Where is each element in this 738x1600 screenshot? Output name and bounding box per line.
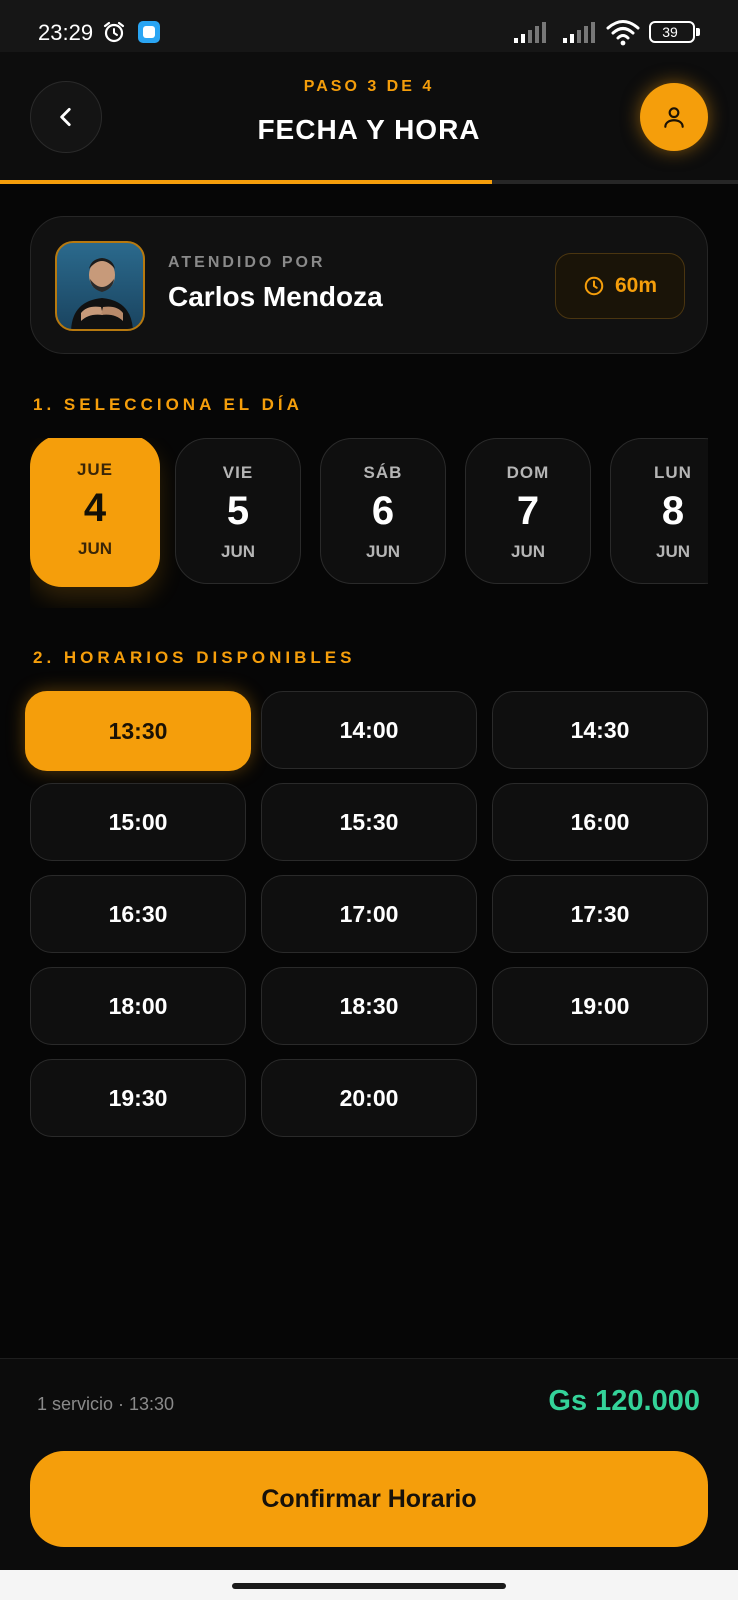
day-option[interactable]: SÁB 6 JUN [320, 438, 446, 584]
time-slot[interactable]: 17:00 [261, 875, 477, 953]
signal-icon [563, 22, 595, 43]
time-slot[interactable]: 20:00 [261, 1059, 477, 1137]
status-bar: 23:29 39 [0, 0, 738, 52]
barber-avatar [55, 241, 145, 331]
day-of-week: DOM [506, 463, 550, 482]
time-slot[interactable]: 15:00 [30, 783, 246, 861]
day-month: JUN [77, 539, 112, 558]
time-slot[interactable]: 18:00 [30, 967, 246, 1045]
confirm-button[interactable]: Confirmar Horario [30, 1451, 708, 1547]
duration-badge: 60m [555, 253, 685, 319]
time-slot[interactable]: 16:30 [30, 875, 246, 953]
time-slot[interactable]: 17:30 [492, 875, 708, 953]
time-slot[interactable]: 19:00 [492, 967, 708, 1045]
day-month: JUN [365, 542, 400, 561]
booking-footer: 1 servicio · 13:30 Gs 120.000 Confirmar … [0, 1358, 738, 1570]
time-slot[interactable]: 13:30 [25, 691, 251, 771]
time-slot[interactable]: 14:30 [492, 691, 708, 769]
day-number: 4 [83, 486, 107, 530]
profile-button[interactable] [640, 83, 708, 151]
home-gesture-handle[interactable] [232, 1583, 506, 1589]
battery-icon: 39 [649, 21, 695, 43]
time-slot[interactable]: 18:30 [261, 967, 477, 1045]
progress-bar [0, 180, 738, 184]
day-option[interactable]: DOM 7 JUN [465, 438, 591, 584]
day-month: JUN [510, 542, 545, 561]
barber-card: ATENDIDO POR Carlos Mendoza 60m [30, 216, 708, 354]
day-of-week: SÁB [363, 463, 403, 482]
status-time: 23:29 [38, 20, 94, 45]
day-of-week: LUN [654, 463, 692, 482]
progress-fill [0, 180, 493, 184]
booking-summary: 1 servicio · 13:30 [37, 1394, 175, 1414]
barber-name: Carlos Mendoza [168, 281, 383, 312]
day-selector[interactable]: JUE 4 JUN VIE 5 JUN SÁB 6 JUN DOM 7 JUN … [30, 438, 708, 608]
day-option[interactable]: VIE 5 JUN [175, 438, 301, 584]
day-section-title: 1. SELECCIONA EL DÍA [33, 395, 303, 414]
day-month: JUN [220, 542, 255, 561]
day-number: 7 [516, 489, 540, 533]
time-slot[interactable]: 15:30 [261, 783, 477, 861]
day-option[interactable]: JUE 4 JUN [30, 438, 160, 587]
day-number: 8 [661, 489, 685, 533]
system-nav-bar [0, 1570, 738, 1600]
header: PASO 3 DE 4 FECHA Y HORA [0, 52, 738, 182]
wifi-icon [606, 20, 640, 46]
alarm-icon [103, 21, 125, 43]
signal-icon [514, 22, 546, 43]
time-slot[interactable]: 19:30 [30, 1059, 246, 1137]
time-slot[interactable]: 16:00 [492, 783, 708, 861]
day-number: 5 [226, 489, 250, 533]
user-icon [664, 107, 684, 128]
app-notification-icon [138, 21, 160, 43]
day-of-week: JUE [76, 460, 114, 479]
time-slot[interactable]: 14:00 [261, 691, 477, 769]
day-of-week: VIE [222, 463, 254, 482]
day-month: JUN [655, 542, 690, 561]
day-option[interactable]: LUN 8 JUN [610, 438, 708, 584]
step-indicator: PASO 3 DE 4 [303, 78, 435, 95]
duration-text: 60m [614, 274, 658, 297]
slots-section-title: 2. HORARIOS DISPONIBLES [33, 648, 356, 667]
attended-by-label: ATENDIDO POR [168, 254, 326, 271]
clock-icon [584, 276, 604, 296]
battery-level: 39 [662, 24, 678, 40]
day-number: 6 [371, 489, 395, 533]
total-price: Gs 120.000 [548, 1385, 700, 1417]
battery-nub [696, 28, 700, 36]
page-title: FECHA Y HORA [257, 114, 481, 145]
